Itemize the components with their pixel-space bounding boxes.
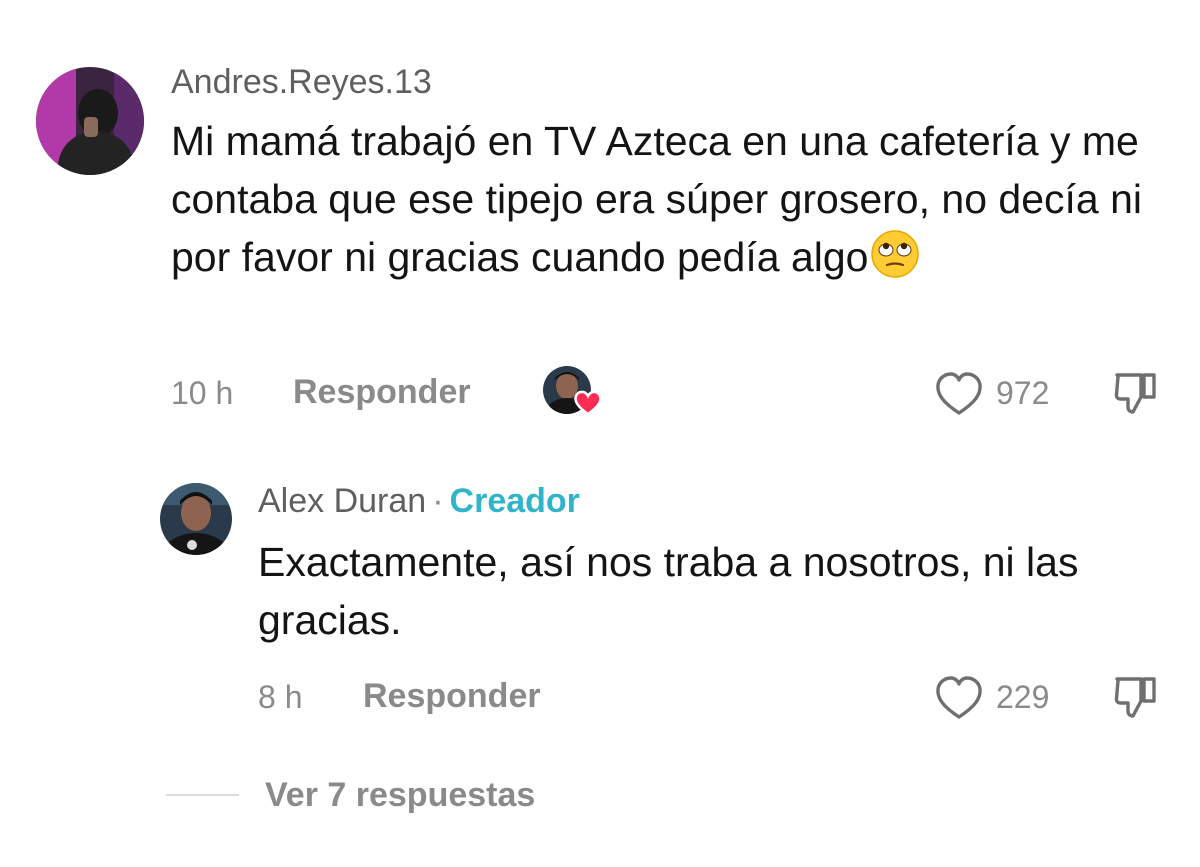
comment-body: Exactamente, así nos traba a nosotros, n…: [258, 539, 1079, 643]
comment-time: 8 h: [258, 679, 303, 715]
replies-divider: [166, 794, 239, 796]
comment-text: Exactamente, así nos traba a nosotros, n…: [258, 533, 1158, 649]
like-count: 229: [996, 679, 1050, 715]
username[interactable]: Andres.Reyes.13: [171, 63, 432, 102]
reply-button[interactable]: Responder: [293, 373, 471, 412]
heart-outline-icon[interactable]: [934, 675, 984, 726]
creator-badge: Creador: [449, 482, 580, 520]
thumbs-down-icon[interactable]: [1113, 371, 1159, 420]
heart-outline-icon[interactable]: [934, 371, 984, 422]
separator: ·: [432, 482, 444, 520]
avatar[interactable]: [160, 483, 232, 555]
comment-text: Mi mamá trabajó en TV Azteca en una cafe…: [171, 112, 1171, 294]
heart-badge-icon: [573, 388, 603, 421]
view-replies-button[interactable]: Ver 7 respuestas: [265, 776, 535, 815]
comment-time: 10 h: [171, 375, 234, 411]
thumbs-down-icon[interactable]: [1113, 675, 1159, 724]
username[interactable]: Alex Duran: [258, 482, 426, 520]
creator-liked-badge: [543, 366, 603, 418]
reply-button[interactable]: Responder: [363, 677, 541, 716]
avatar[interactable]: [36, 67, 144, 175]
eye-roll-emoji-icon: [870, 229, 920, 294]
username-row: Alex Duran · Creador: [258, 482, 580, 521]
like-count: 972: [996, 375, 1050, 411]
comment-body: Mi mamá trabajó en TV Azteca en una cafe…: [171, 118, 1142, 280]
